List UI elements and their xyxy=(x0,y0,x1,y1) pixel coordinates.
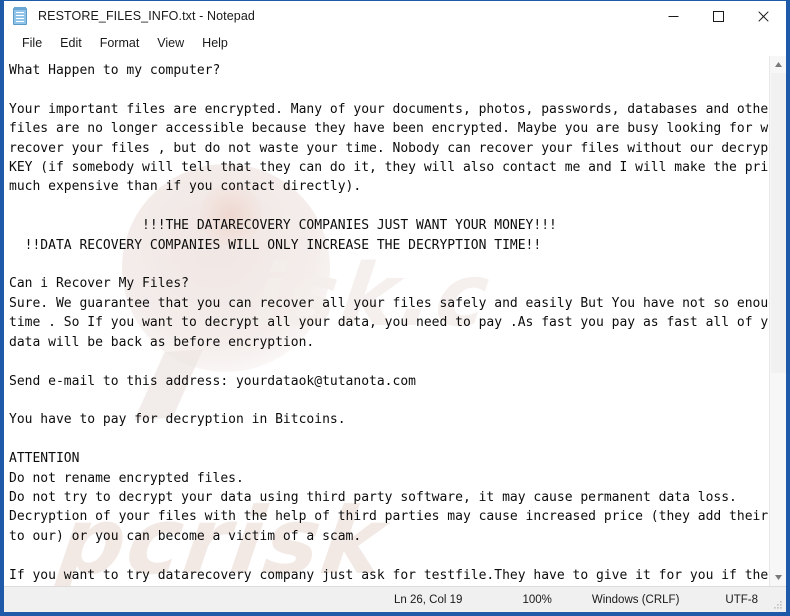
menu-item-help[interactable]: Help xyxy=(193,34,237,53)
menu-item-view[interactable]: View xyxy=(148,34,193,53)
status-line-ending[interactable]: Windows (CRLF) xyxy=(590,594,682,606)
scroll-up-button[interactable] xyxy=(770,56,787,73)
scrollbar-thumb[interactable] xyxy=(771,73,786,373)
vertical-scrollbar[interactable] xyxy=(769,56,786,586)
window-title: RESTORE_FILES_INFO.txt - Notepad xyxy=(38,9,255,23)
maximize-icon xyxy=(713,11,724,22)
status-encoding[interactable]: UTF-8 xyxy=(723,594,760,606)
menu-item-file[interactable]: File xyxy=(13,34,51,53)
resize-grip-icon[interactable] xyxy=(772,599,783,610)
close-icon xyxy=(758,11,769,22)
minimize-icon xyxy=(668,16,679,17)
notepad-document-icon xyxy=(13,6,29,25)
menu-item-edit[interactable]: Edit xyxy=(51,34,91,53)
scroll-down-button[interactable] xyxy=(770,569,787,586)
maximize-button[interactable] xyxy=(696,1,741,32)
title-bar[interactable]: RESTORE_FILES_INFO.txt - Notepad xyxy=(4,0,786,31)
close-button[interactable] xyxy=(741,1,786,32)
text-editing-canvas[interactable]: isk.c pcrisk What Happen to my computer?… xyxy=(4,56,769,586)
status-zoom-level[interactable]: 100% xyxy=(520,594,553,606)
ransom-note-text[interactable]: What Happen to my computer? Your importa… xyxy=(4,56,769,586)
menu-bar: File Edit Format View Help xyxy=(4,31,786,56)
status-cursor-position: Ln 26, Col 19 xyxy=(394,593,463,606)
notepad-window: RESTORE_FILES_INFO.txt - Notepad File Ed… xyxy=(0,0,790,616)
editor-area: isk.c pcrisk What Happen to my computer?… xyxy=(4,56,786,586)
chevron-up-icon xyxy=(774,62,782,67)
window-controls xyxy=(651,1,786,32)
menu-item-format[interactable]: Format xyxy=(91,34,149,53)
status-bar: Ln 26, Col 19 100% Windows (CRLF) UTF-8 xyxy=(4,586,786,612)
minimize-button[interactable] xyxy=(651,1,696,32)
chevron-down-icon xyxy=(774,575,782,580)
